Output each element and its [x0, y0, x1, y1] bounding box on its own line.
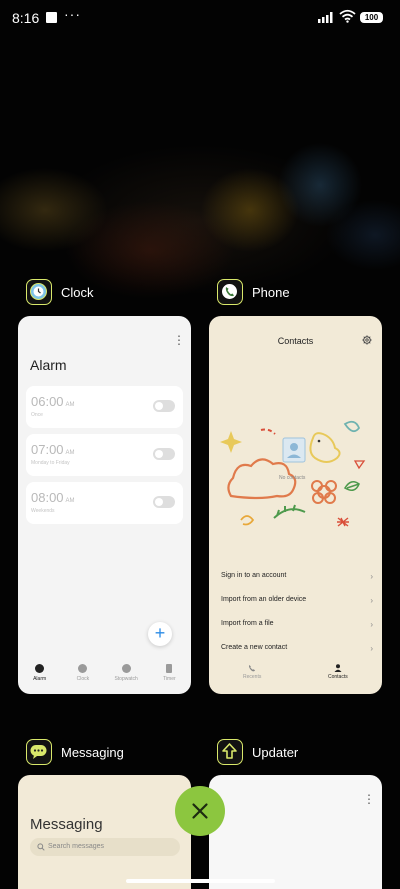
alarm-item[interactable]: 07:00 AM Monday to Friday: [26, 434, 183, 476]
tab-recents[interactable]: Recents: [239, 662, 265, 682]
alarm-toggle[interactable]: [153, 496, 175, 508]
chevron-right-icon: ›: [370, 596, 373, 605]
tab-label: Stopwatch: [114, 676, 138, 682]
status-bar: 8:16 ··· 100: [0, 0, 400, 36]
app-name-messaging: Messaging: [61, 744, 124, 760]
close-icon: [192, 803, 208, 819]
empty-contacts-illustration: [220, 420, 366, 527]
add-alarm-button[interactable]: +: [148, 622, 172, 646]
gear-icon[interactable]: [362, 335, 372, 345]
tab-label: Clock: [76, 676, 90, 682]
option-label: Import from an older device: [221, 596, 307, 603]
tab-clock[interactable]: Clock: [63, 664, 103, 690]
app-name-phone: Phone: [252, 284, 290, 300]
messaging-icon[interactable]: [26, 739, 52, 765]
import-file-option[interactable]: Import from a file ›: [221, 620, 373, 634]
stopwatch-tab-icon: [121, 664, 131, 673]
more-notifications-icon: ···: [64, 6, 81, 22]
sign-in-option[interactable]: Sign in to an account ›: [221, 572, 373, 586]
tab-timer[interactable]: Timer: [149, 664, 189, 690]
alarm-item[interactable]: 08:00 AM Weekends: [26, 482, 183, 524]
no-contacts-text: No contacts: [279, 475, 306, 481]
more-options-icon[interactable]: ⋮: [173, 334, 185, 346]
app-header-phone[interactable]: Phone: [217, 278, 290, 306]
alarm-time: 06:00: [31, 394, 64, 409]
chevron-right-icon: ›: [370, 620, 373, 629]
tab-label: Alarm: [33, 676, 47, 682]
alarm-toggle[interactable]: [153, 400, 175, 412]
alarm-detail: Monday to Friday: [31, 460, 70, 466]
clock-tab-icon: [78, 664, 88, 673]
alarm-item[interactable]: 06:00 AM Once: [26, 386, 183, 428]
search-icon: [37, 843, 45, 851]
updater-icon[interactable]: [217, 739, 243, 765]
messaging-title: Messaging: [30, 816, 103, 833]
alarm-detail: Once: [31, 412, 43, 418]
notification-icon: [46, 12, 57, 23]
hourglass-tab-icon: [166, 664, 173, 673]
contacts-title: Contacts: [277, 336, 314, 346]
chevron-right-icon: ›: [370, 572, 373, 581]
more-options-icon[interactable]: ⋮: [363, 793, 375, 805]
tab-stopwatch[interactable]: Stopwatch: [106, 664, 146, 690]
updater-app-card[interactable]: ⋮: [209, 775, 382, 889]
phone-app-card[interactable]: Contacts No contacts Sign in to an accou…: [209, 316, 382, 694]
wifi-icon: [339, 9, 356, 23]
alarm-title: Alarm: [30, 357, 67, 373]
create-contact-option[interactable]: Create a new contact ›: [221, 644, 373, 658]
app-header-messaging[interactable]: Messaging: [26, 738, 124, 766]
signal-icon: [318, 12, 333, 23]
app-header-updater[interactable]: Updater: [217, 738, 298, 766]
phone-handset-icon: [248, 665, 255, 672]
messaging-app-card[interactable]: Messaging Search messages: [18, 775, 191, 889]
alarm-time: 07:00: [31, 442, 64, 457]
alarm-time: 08:00: [31, 490, 64, 505]
battery-icon: 100: [360, 12, 383, 23]
person-icon: [334, 664, 342, 672]
option-label: Create a new contact: [221, 644, 288, 651]
chevron-right-icon: ›: [370, 644, 373, 653]
phone-icon[interactable]: [217, 279, 243, 305]
search-input[interactable]: Search messages: [30, 838, 180, 856]
clock-app-card[interactable]: ⋮ Alarm 06:00 AM Once 07:00 AM Monday to F…: [18, 316, 191, 694]
clock-icon[interactable]: [26, 279, 52, 305]
app-name-clock: Clock: [61, 284, 94, 300]
alarm-toggle[interactable]: [153, 448, 175, 460]
alarm-ampm: AM: [65, 402, 75, 408]
app-header-clock[interactable]: Clock: [26, 278, 94, 306]
status-time: 8:16: [12, 10, 40, 26]
alarm-ampm: AM: [65, 498, 75, 504]
alarm-tab-icon: [35, 664, 45, 673]
alarm-detail: Weekends: [31, 508, 55, 514]
tab-label: Timer: [163, 676, 176, 682]
clear-all-button[interactable]: [175, 786, 225, 836]
clock-bottom-nav: Alarm Clock Stopwatch Timer: [18, 664, 191, 690]
tab-contacts[interactable]: Contacts: [325, 662, 351, 682]
tab-label: Recents: [243, 674, 262, 680]
tab-alarm[interactable]: Alarm: [20, 664, 60, 690]
option-label: Sign in to an account: [221, 572, 287, 579]
alarm-ampm: AM: [65, 450, 75, 456]
import-device-option[interactable]: Import from an older device ›: [221, 596, 373, 610]
tab-label: Contacts: [328, 674, 348, 680]
app-name-updater: Updater: [252, 744, 299, 760]
home-indicator[interactable]: [126, 879, 275, 883]
search-placeholder: Search messages: [48, 843, 105, 850]
option-label: Import from a file: [221, 620, 274, 627]
